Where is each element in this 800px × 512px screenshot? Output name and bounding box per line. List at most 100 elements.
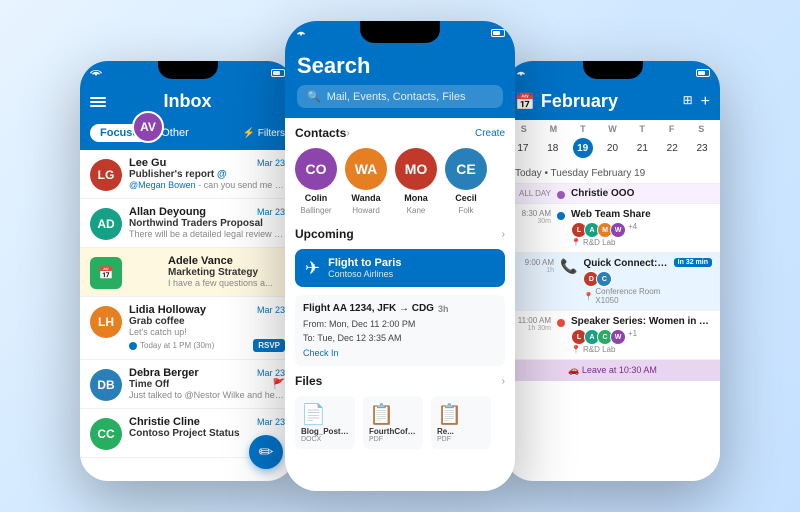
- file-row: 📄 Blog_Post Draft DOCX 📋 FourthCoffee#98…: [295, 396, 505, 449]
- calendar-day-labels: S M T W T F S: [505, 120, 720, 136]
- contacts-chevron: ›: [346, 128, 349, 139]
- location-icon-3: 📍: [571, 345, 581, 354]
- event-content: Speaker Series: Women in Adver... L A C …: [571, 316, 712, 354]
- file-item[interactable]: 📋 FourthCoffee#987 PDF: [363, 396, 423, 449]
- tab-other[interactable]: Other: [161, 127, 189, 139]
- event-content: Web Team Share L A M W +4 📍 R&D Lab: [571, 209, 712, 247]
- mini-avatar: C: [596, 271, 612, 287]
- battery-left: [271, 69, 285, 77]
- event-list: ALL DAY Christie OOO 8:30 AM 30m Web Tea…: [505, 184, 720, 360]
- mini-avatar: W: [610, 222, 626, 238]
- pdf-icon-2: 📋: [437, 402, 485, 427]
- contact-item[interactable]: MO Mona Kane: [395, 148, 437, 215]
- email-content: Lidia Holloway Mar 23 Grab coffee Let's …: [129, 304, 285, 352]
- email-content: Allan Deyoung Mar 23 Northwind Traders P…: [129, 206, 285, 240]
- today-label: Today • Tuesday February 19: [505, 164, 720, 184]
- event-dot: [557, 212, 565, 220]
- avatar: AD: [90, 208, 122, 240]
- email-item[interactable]: 📅 AV Adele Vance Marketing Strategy I ha…: [80, 248, 295, 297]
- inbox-tabs: Focused Other ⚡ Filters: [80, 120, 295, 150]
- upcoming-chevron: ›: [502, 229, 505, 240]
- cal-day[interactable]: 22: [662, 138, 682, 158]
- event-item[interactable]: 11:00 AM 1h 30m Speaker Series: Women in…: [505, 311, 720, 360]
- search-title: Search: [297, 53, 503, 79]
- email-content: Lee Gu Mar 23 Publisher's report @ @Mega…: [129, 157, 285, 191]
- email-item[interactable]: DB Debra Berger Mar 23 Time Off 🚩 Just t…: [80, 360, 295, 409]
- avatar: CC: [90, 418, 122, 450]
- wifi-icon-right: [515, 68, 527, 78]
- files-section-header: Files ›: [295, 374, 505, 388]
- left-phone: 10:28 Inbox Focused Other ⚡ Filters LG L…: [80, 61, 295, 481]
- cal-day[interactable]: 20: [602, 138, 622, 158]
- center-phone: 10:28 Search 🔍 Mail, Events, Contacts, F…: [285, 21, 515, 491]
- flag-icon: 🚩: [273, 379, 285, 390]
- email-item[interactable]: LG Lee Gu Mar 23 Publisher's report @ @M…: [80, 150, 295, 199]
- status-icons-left: [90, 68, 102, 78]
- calendar-grid: 17 18 19 20 21 22 23: [505, 136, 720, 164]
- calendar-icon: 📅: [515, 92, 535, 112]
- cal-day-today[interactable]: 19: [573, 138, 593, 158]
- wifi-icon: [295, 28, 307, 38]
- search-header: Search 🔍 Mail, Events, Contacts, Files: [285, 45, 515, 118]
- email-item[interactable]: LH Lidia Holloway Mar 23 Grab coffee Let…: [80, 297, 295, 360]
- contact-avatar: MO: [395, 148, 437, 190]
- avatar: 📅: [90, 257, 122, 289]
- file-item[interactable]: 📄 Blog_Post Draft DOCX: [295, 396, 355, 449]
- location-icon: 📍: [571, 238, 581, 247]
- cal-day[interactable]: 23: [692, 138, 712, 158]
- event-item-highlighted[interactable]: 9:00 AM 1h 📞 Quick Connect: Sales Team D…: [505, 253, 720, 311]
- location-icon-2: 📍: [583, 292, 593, 301]
- notch-center: [360, 21, 440, 43]
- contacts-row: CO Colin Ballinger WA Wanda Howard MO Mo…: [295, 148, 505, 215]
- event-content: Quick Connect: Sales Team D C 📍 Conferen…: [583, 258, 667, 305]
- files-chevron: ›: [502, 376, 505, 387]
- contact-item[interactable]: CE Cecil Folk: [445, 148, 487, 215]
- inbox-title: Inbox: [164, 91, 212, 112]
- flight-detail: Flight AA 1234, JFK → CDG 3h From: Mon, …: [295, 295, 505, 366]
- cal-day[interactable]: 21: [632, 138, 652, 158]
- right-phone: 10:28 📅 February ⊞ + S M T W T F S 17 18…: [505, 61, 720, 481]
- avatar: LG: [90, 159, 122, 191]
- contact-item[interactable]: CO Colin Ballinger: [295, 148, 337, 215]
- compose-button[interactable]: ✏: [249, 435, 283, 469]
- plane-icon: ✈: [305, 258, 320, 279]
- grid-view-button[interactable]: ⊞: [683, 93, 693, 111]
- battery-right: [696, 69, 710, 77]
- search-body: Contacts › Create CO Colin Ballinger WA …: [285, 118, 515, 491]
- rsvp-badge[interactable]: RSVP: [253, 339, 285, 352]
- event-dot: [557, 191, 565, 199]
- cal-day[interactable]: 17: [513, 138, 533, 158]
- upcoming-card[interactable]: ✈ Flight to Paris Contoso Airlines: [295, 249, 505, 287]
- event-dot: [557, 319, 565, 327]
- inbox-header: Inbox: [80, 85, 295, 120]
- wifi-icon: [90, 68, 102, 78]
- notch-right: [583, 61, 643, 79]
- in-32-badge: In 32 min: [674, 258, 712, 267]
- add-event-button[interactable]: +: [701, 93, 710, 111]
- email-content: Debra Berger Mar 23 Time Off 🚩 Just talk…: [129, 367, 285, 401]
- video-call-icon: 📞: [560, 258, 577, 275]
- file-item[interactable]: 📋 Re... PDF: [431, 396, 491, 449]
- email-list: LG Lee Gu Mar 23 Publisher's report @ @M…: [80, 150, 295, 458]
- search-icon: 🔍: [307, 90, 321, 103]
- filter-button[interactable]: ⚡ Filters: [243, 128, 285, 139]
- allday-event[interactable]: ALL DAY Christie OOO: [505, 184, 720, 204]
- menu-button[interactable]: [90, 97, 106, 107]
- pdf-icon: 📋: [369, 402, 417, 427]
- cal-day[interactable]: 18: [543, 138, 563, 158]
- contact-avatar: CE: [445, 148, 487, 190]
- contact-avatar: WA: [345, 148, 387, 190]
- calendar-title: February: [541, 91, 677, 112]
- contact-avatar: CO: [295, 148, 337, 190]
- battery-center: [491, 29, 505, 37]
- email-content: Adele Vance Marketing Strategy I have a …: [168, 255, 285, 289]
- mini-avatar: W: [610, 329, 626, 345]
- upcoming-section-header: Upcoming ›: [295, 227, 505, 241]
- event-item[interactable]: 8:30 AM 30m Web Team Share L A M W +4 📍 …: [505, 204, 720, 253]
- email-item[interactable]: AD Allan Deyoung Mar 23 Northwind Trader…: [80, 199, 295, 248]
- contact-item[interactable]: WA Wanda Howard: [345, 148, 387, 215]
- car-icon: 🚗: [568, 365, 579, 375]
- contacts-section-header: Contacts › Create: [295, 126, 505, 140]
- search-input-box[interactable]: 🔍 Mail, Events, Contacts, Files: [297, 85, 503, 108]
- calendar-header: 📅 February ⊞ +: [505, 85, 720, 120]
